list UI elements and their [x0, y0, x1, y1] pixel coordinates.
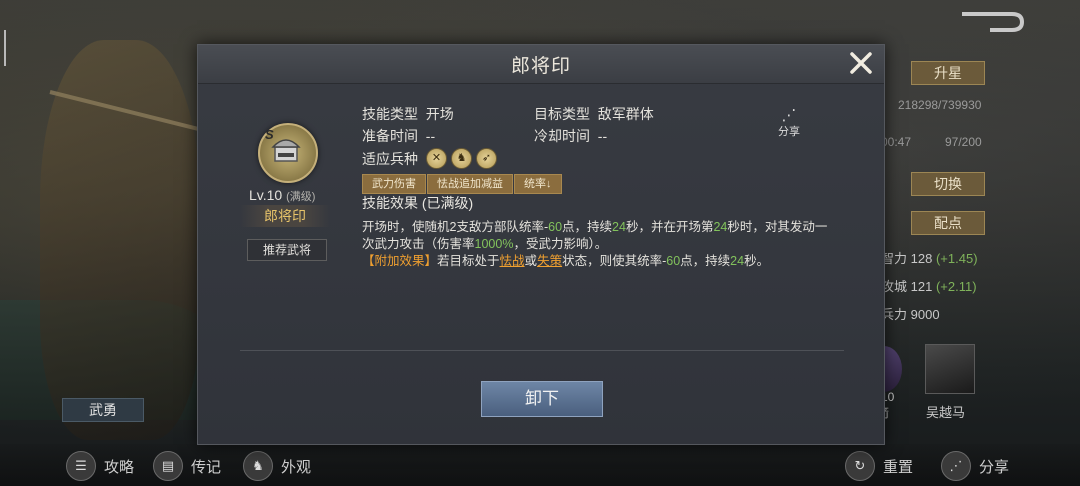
share-icon: ⋰	[781, 107, 797, 124]
switch-button: 切换	[911, 172, 985, 196]
horse-card	[925, 344, 975, 394]
divider	[240, 350, 844, 351]
stat-siege: 攻城 121 (+2.11)	[881, 279, 977, 294]
effect-title: 技能效果 (已满级)	[362, 195, 474, 211]
upgrade-star-button: 升星	[911, 61, 985, 85]
skill-detail-dialog: 郎将印 S Lv.10 (满级) 郎将印 推荐武将 技能类型 开场 目标类型 敌…	[197, 44, 885, 445]
appearance-icon: ♞	[243, 451, 273, 481]
share-icon: ⋰	[941, 451, 971, 481]
cooldown-time: 冷却时间 --	[534, 128, 608, 144]
tag-fear-debuff: 怯战追加减益	[427, 174, 513, 194]
bow-icon: ➶	[476, 148, 497, 169]
general-trait-tag: 武勇	[62, 398, 144, 422]
bottom-reset-button[interactable]: ↻ 重置	[845, 451, 913, 481]
count-text: 97/200	[945, 135, 982, 149]
troop-types: 适应兵种 ✕ ♞ ➶	[362, 148, 501, 169]
background-warrior	[40, 40, 200, 440]
strategy-icon: ☰	[66, 451, 96, 481]
bottom-share-button[interactable]: ⋰ 分享	[941, 451, 1009, 481]
skill-level: Lv.10 (满级)	[249, 187, 316, 203]
tag-force-damage: 武力伤害	[362, 174, 426, 194]
back-arrow-icon[interactable]	[960, 10, 1026, 34]
target-type: 目标类型 敌军群体	[534, 106, 654, 122]
biography-icon: ▤	[153, 451, 183, 481]
dialog-header: 郎将印	[198, 45, 884, 84]
bottom-strategy-button[interactable]: ☰ 攻略	[66, 451, 134, 481]
progress-text: 218298/739930	[898, 98, 982, 112]
recommend-generals-button[interactable]: 推荐武将	[247, 239, 327, 261]
skill-tags: 武力伤害 怯战追加减益 统率↓	[362, 174, 563, 194]
status-link-fear[interactable]: 怯战	[500, 254, 525, 268]
reset-icon: ↻	[845, 451, 875, 481]
stat-intelligence: 智力 128 (+1.45)	[881, 251, 978, 266]
sword-icon: ✕	[426, 148, 447, 169]
close-icon[interactable]	[848, 50, 874, 76]
unequip-button[interactable]: 卸下	[481, 381, 603, 417]
skill-icon: S	[258, 123, 318, 183]
bottom-appearance-button[interactable]: ♞ 外观	[243, 451, 311, 481]
tag-command-down: 统率↓	[514, 174, 562, 194]
stat-troops: 兵力 9000	[881, 307, 940, 322]
left-edge-indicator	[4, 30, 6, 66]
skill-type: 技能类型 开场	[362, 106, 454, 122]
share-button[interactable]: ⋰ 分享	[774, 108, 804, 139]
dialog-title: 郎将印	[510, 56, 571, 77]
effect-description: 开场时，使随机2支敌方部队统率-60点，持续24秒，并在开场第24秒时，对其发动…	[362, 220, 828, 268]
cavalry-icon: ♞	[451, 148, 472, 169]
skill-name: 郎将印	[240, 205, 330, 227]
horse-label: 吴越马	[926, 405, 966, 420]
bottom-biography-button[interactable]: ▤ 传记	[153, 451, 221, 481]
prep-time: 准备时间 --	[362, 128, 436, 144]
time-text: 00:47	[881, 135, 912, 149]
allocate-points-button: 配点	[911, 211, 985, 235]
status-link-blunder[interactable]: 失策	[537, 254, 562, 268]
